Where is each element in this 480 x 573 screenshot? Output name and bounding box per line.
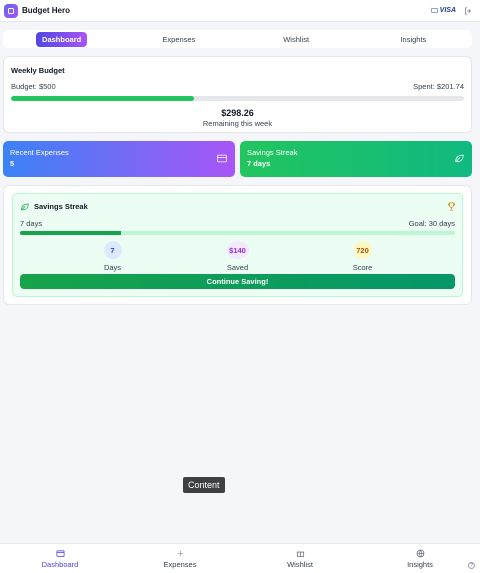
card-brand: VISA [439,7,456,14]
budget-amount: Budget: $500 [11,82,56,91]
nav-item-insights[interactable]: Insights [360,544,480,573]
recent-expenses-count: 5 [10,159,15,168]
savings-streak-label: Savings Streak [247,148,298,157]
leaf-icon [455,154,464,163]
spent-amount: Spent: $201.74 [413,82,464,91]
weekly-budget-title: Weekly Budget [11,66,65,75]
card-icon [430,8,438,13]
stat-score-label: Score [352,263,373,272]
savings-streak-card: Savings Streak 7 days Goal: 30 days 7 Da… [3,185,472,305]
remaining-label: Remaining this week [202,119,273,128]
streak-goal: Goal: 30 days [408,219,455,228]
wallet-icon [55,549,65,557]
weekly-budget-card: Weekly Budget Budget: $500 Spent: $201.7… [3,56,472,133]
leaf-icon [21,203,29,210]
tab-insights[interactable]: Insights [355,32,472,46]
nav-item-label: Dashboard [41,559,79,569]
streak-progress-bar [20,231,455,235]
help-button[interactable]: ? [468,562,475,569]
payment-card-badge[interactable]: VISA [430,7,456,14]
nav-item-dashboard[interactable]: Dashboard [0,544,120,573]
tab-expenses[interactable]: Expenses [120,32,237,46]
stat-score-value: 720 [353,241,372,259]
savings-streak-tile[interactable]: Savings Streak 7 days [240,141,472,177]
savings-streak-value: 7 days [247,159,271,168]
gift-icon [296,551,304,557]
app-header: Budget Hero VISA [0,0,480,22]
stat-score: 720 Score [323,241,403,272]
stat-saved-label: Saved [226,263,249,272]
logout-icon[interactable] [464,6,472,15]
remaining-amount: $298.26 [221,108,254,118]
app-title: Budget Hero [22,6,70,15]
stat-saved: $140 Saved [198,241,278,272]
streak-current: 7 days [20,219,43,228]
budget-progress-fill [11,96,194,101]
nav-item-label: Wishlist [287,559,313,569]
globe-icon [416,549,424,557]
nav-item-wishlist[interactable]: Wishlist [240,544,360,573]
plus-icon [177,550,183,556]
streak-card-title: Savings Streak [34,202,88,211]
tab-dashboard[interactable]: Dashboard [3,31,120,47]
nav-item-expenses[interactable]: Expenses [120,544,240,573]
streak-progress-fill [20,231,122,235]
nav-item-label: Insights [407,559,433,569]
recent-expenses-tile[interactable]: Recent Expenses 5 [3,141,235,177]
tooltip: Content [183,477,225,493]
stat-days-value: 7 [103,241,122,259]
budget-progress-bar [11,96,464,101]
trophy-icon [447,202,456,211]
app-logo-icon [4,3,18,18]
main-tabs: Dashboard Expenses Wishlist Insights [3,30,472,48]
stat-days-label: Days [103,263,122,272]
nav-item-label: Expenses [163,559,197,569]
tab-wishlist[interactable]: Wishlist [238,32,355,46]
savings-streak-panel: Savings Streak 7 days Goal: 30 days 7 Da… [12,193,463,297]
stat-days: 7 Days [73,241,153,272]
continue-saving-button[interactable]: Continue Saving! [20,274,455,289]
recent-expenses-label: Recent Expenses [10,148,69,157]
credit-card-icon [217,154,227,163]
stat-saved-value: $140 [226,241,249,259]
bottom-nav: Dashboard Expenses Wishlist Insights ? [0,543,480,573]
